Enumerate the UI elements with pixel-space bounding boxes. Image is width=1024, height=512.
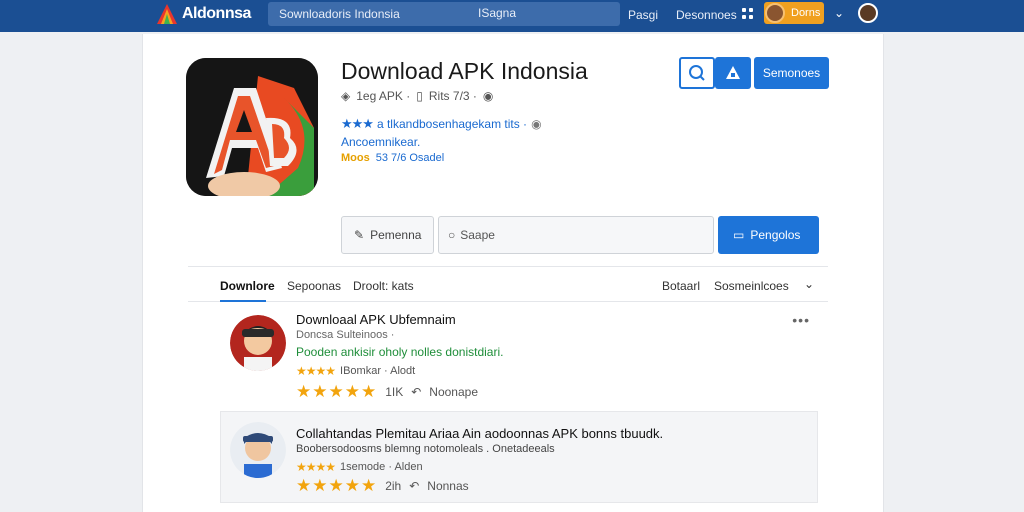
logo-mark-icon (157, 4, 177, 24)
file-icon: ▯ (416, 89, 423, 103)
page-title: Download APK Indonsia (341, 58, 588, 84)
user-name: Dorns (791, 7, 821, 19)
star-rating-icon: ★★★★★ (296, 382, 378, 401)
nav-link-desonnoes[interactable]: Desonnoes (676, 8, 737, 22)
user-triangle-icon (726, 66, 740, 79)
review-actions: ★★★★★ 2ih ↶ Nonnas (296, 476, 469, 496)
review-small-rating: ★★★★ IBomkar · Alodt (296, 364, 415, 378)
nav-link-pasgi[interactable]: Pasgi (628, 8, 658, 22)
star-rating-icon: ★★★ (341, 116, 374, 131)
app-rating-line: ★★★ a tlkandbosenhagekam tits · ◉ (341, 116, 542, 132)
pemenna-label: Pemenna (370, 228, 422, 242)
user-menu-chip[interactable]: Dorns (764, 2, 824, 24)
size-label: Moos (341, 152, 370, 164)
search-placeholder: Saape (460, 228, 495, 242)
review-body: Pooden ankisir oholy nolles donistdiari. (296, 345, 504, 359)
search-field[interactable]: ○ Saape (438, 216, 714, 254)
circle-icon: ○ (448, 228, 456, 242)
small-rating-text: 1semode · Alden (340, 461, 423, 473)
app-size-line: Moos 53 7/6 Osadel (341, 152, 444, 164)
review-actions: ★★★★★ 1IK ↶ Noonape (296, 382, 478, 402)
review-small-rating: ★★★★ 1semode · Alden (296, 460, 423, 474)
tab-bar: Downlore Sepoonas Droolt: kats Botaarl S… (188, 266, 828, 302)
search-submit[interactable]: ISagna (478, 6, 516, 20)
app-meta-line: ◈ 1eg APK · ▯ Rits 7/3 · ◉ (341, 89, 493, 103)
pemenna-button[interactable]: ✎ Pemenna (341, 216, 434, 254)
meta-rating: Rits 7/3 · (428, 89, 477, 103)
logo-text: Aldonnsa (182, 5, 251, 22)
reply-icon[interactable]: ↶ (411, 385, 421, 399)
review-title[interactable]: Downloaal APK Ubfemnaim (296, 312, 456, 327)
sort-dropdown[interactable]: Sosmeinlcoes (714, 279, 789, 293)
globe-icon: ◉ (482, 89, 494, 103)
search-button[interactable] (679, 57, 715, 89)
size-text: 53 7/6 Osadel (375, 152, 445, 164)
top-navigation-bar: Aldonnsa Sownloadoris Indonsia ISagna Pa… (0, 0, 1024, 32)
review-sub: Boobersodoosms blemng notomoleals . Onet… (296, 443, 555, 455)
developer-link[interactable]: Ancoemnikear. (341, 135, 420, 149)
review-item: Downloaal APK Ubfemnaim Doncsa Sulteinoo… (220, 312, 818, 402)
small-rating-text: IBomkar · Alodt (340, 365, 416, 377)
meta-version: 1eg APK · (356, 89, 411, 103)
review-count: 2ih (385, 479, 402, 493)
review-sub: Doncsa Sulteinoos · (296, 329, 395, 341)
more-options-icon[interactable]: ••• (792, 312, 810, 328)
review-item: Collahtandas Plemitau Ariaa Ain aodoonna… (220, 422, 818, 502)
chevron-down-icon[interactable]: ⌄ (804, 277, 814, 291)
apps-grid-icon[interactable] (742, 8, 754, 20)
chevron-down-icon[interactable]: ⌄ (834, 6, 844, 20)
global-search-input[interactable]: Sownloadoris Indonsia (268, 2, 620, 26)
tab-droolt-kats[interactable]: Droolt: kats (353, 279, 414, 293)
star-rating-icon: ★★★★ (296, 364, 336, 378)
rating-text[interactable]: a tlkandbosenhagekam tits · (377, 117, 527, 131)
review-title[interactable]: Collahtandas Plemitau Ariaa Ain aodoonna… (296, 426, 663, 441)
reviewer-avatar (230, 315, 286, 371)
share-button[interactable] (715, 57, 751, 89)
reply-label[interactable]: Nonnas (427, 479, 468, 493)
reply-label[interactable]: Noonape (429, 385, 478, 399)
app-icon (186, 58, 318, 196)
tab-downlore[interactable]: Downlore (220, 279, 275, 293)
pengolos-label: Pengolos (750, 228, 801, 242)
reviewer-avatar (230, 422, 286, 478)
reply-icon[interactable]: ↶ (409, 479, 419, 493)
comment-icon: ▭ (733, 228, 745, 242)
active-tab-indicator (220, 300, 266, 302)
tag-icon: ◈ (341, 89, 351, 103)
profile-avatar[interactable] (858, 3, 878, 23)
pengolos-button[interactable]: ▭ Pengolos (718, 216, 819, 254)
app-logo-image (186, 58, 318, 196)
avatar (765, 3, 785, 23)
search-icon (689, 65, 705, 81)
star-rating-icon: ★★★★★ (296, 476, 378, 495)
tab-botaarl[interactable]: Botaarl (662, 279, 700, 293)
star-rating-icon: ★★★★ (296, 460, 336, 474)
tab-sepoonas[interactable]: Sepoonas (287, 279, 341, 293)
semonoes-button[interactable]: Semonoes (754, 57, 829, 89)
edit-icon: ✎ (354, 228, 365, 242)
review-count: 1IK (385, 385, 404, 399)
search-text: Sownloadoris Indonsia (279, 7, 400, 21)
globe-icon: ◉ (531, 117, 542, 131)
site-logo[interactable]: Aldonnsa (156, 3, 251, 25)
